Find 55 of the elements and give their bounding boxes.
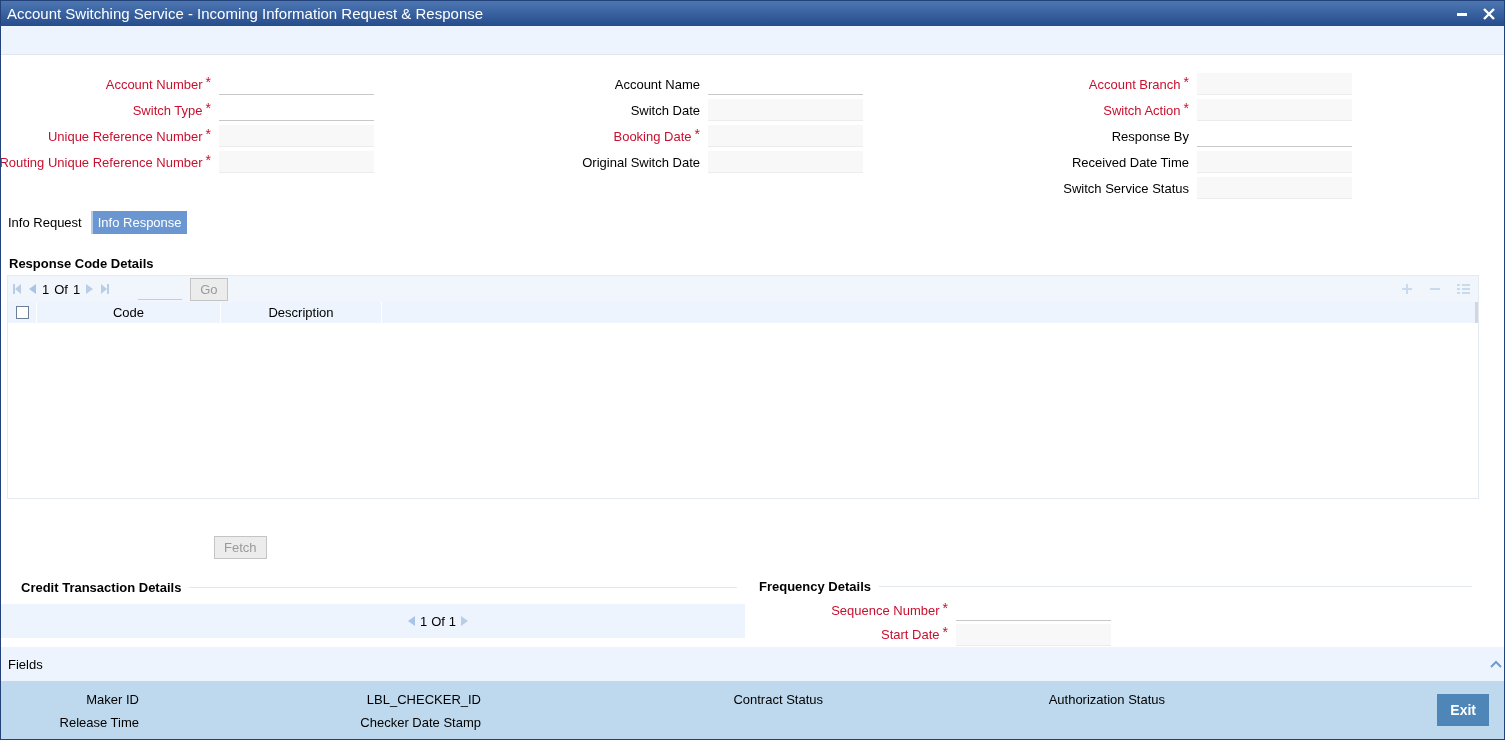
section-title: Frequency Details xyxy=(759,578,871,594)
field-label: Switch Type xyxy=(132,102,203,118)
field-label: Unique Reference Number xyxy=(47,128,203,144)
required-mark: * xyxy=(205,102,211,113)
field-label: Start Date xyxy=(881,627,940,643)
first-page-icon[interactable] xyxy=(12,283,22,295)
tab[interactable]: Info Response xyxy=(90,211,187,234)
field-label: Sequence Number xyxy=(831,602,940,618)
page-of: Of xyxy=(54,281,68,297)
go-button[interactable]: Go xyxy=(190,277,228,301)
field-label: Account Branch xyxy=(1088,76,1181,92)
footer-label: Checker Date Stamp xyxy=(360,715,481,730)
previous-icon[interactable] xyxy=(27,283,37,295)
required-mark: * xyxy=(1183,102,1189,113)
page-number: 1 xyxy=(419,613,428,629)
column-header[interactable]: Description xyxy=(220,302,381,323)
required-mark: * xyxy=(205,76,211,87)
page-total: 1 xyxy=(72,281,81,297)
required-mark: * xyxy=(942,602,948,613)
add-icon[interactable] xyxy=(1401,283,1413,295)
field-label: Original Switch Date xyxy=(582,154,700,170)
checkbox[interactable] xyxy=(15,306,29,319)
tab[interactable]: Info Request xyxy=(3,211,87,234)
footer-label: LBL_CHECKER_ID xyxy=(366,692,481,707)
required-mark: * xyxy=(205,154,211,165)
fields-label: Fields xyxy=(8,656,43,672)
required-mark: * xyxy=(1183,76,1189,87)
page-number: 1 xyxy=(42,281,50,297)
required-mark: * xyxy=(205,128,211,139)
section-title: Response Code Details xyxy=(9,256,155,271)
exit-button[interactable]: Exit xyxy=(1437,694,1489,726)
field-label: Routing Unique Reference Number xyxy=(1,154,203,170)
footer-label: Maker ID xyxy=(86,692,139,707)
field-label: Switch Action xyxy=(1103,102,1181,118)
required-mark: * xyxy=(942,627,948,638)
page-total: 1 xyxy=(448,613,457,629)
field-label: Booking Date xyxy=(613,128,692,144)
last-page-icon[interactable] xyxy=(100,283,111,295)
field-label: Account Name xyxy=(614,76,700,92)
column-header[interactable]: Code xyxy=(36,302,220,323)
field-label: Switch Service Status xyxy=(1063,180,1189,196)
section-title: Credit Transaction Details xyxy=(21,579,182,595)
field-label: Response By xyxy=(1111,128,1189,144)
field-label: Received Date Time xyxy=(1071,154,1189,170)
list-icon[interactable] xyxy=(1457,283,1470,295)
footer-label: Authorization Status xyxy=(1048,692,1165,707)
required-mark: * xyxy=(694,128,700,139)
field-label: Switch Date xyxy=(630,102,700,118)
footer-label: Contract Status xyxy=(733,692,823,707)
page-of: Of xyxy=(431,613,445,629)
close-icon[interactable] xyxy=(1482,6,1496,21)
footer-label: Release Time xyxy=(59,715,139,730)
caret-up-icon[interactable] xyxy=(1490,660,1502,668)
window-title: Account Switching Service - Incoming Information Request & Response xyxy=(7,5,484,22)
field-label: Account Number xyxy=(105,76,203,92)
